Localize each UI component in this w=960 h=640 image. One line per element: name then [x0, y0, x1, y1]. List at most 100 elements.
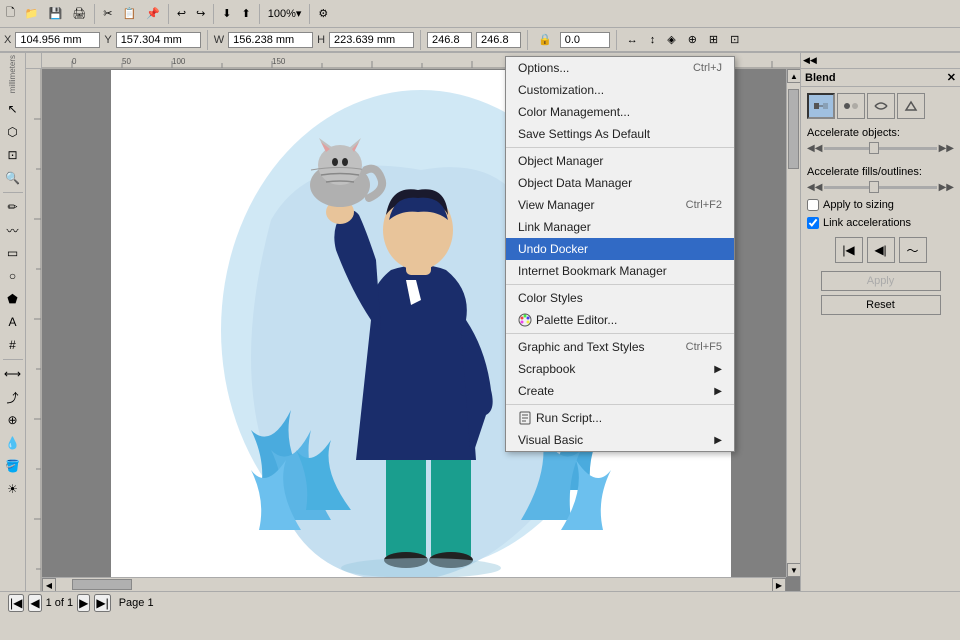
scroll-left-btn[interactable]: ◀ — [42, 578, 56, 591]
menu-runscript-label: Run Script... — [536, 411, 602, 425]
text-tool[interactable]: A — [2, 311, 24, 333]
rot-input[interactable] — [560, 32, 610, 48]
prev-btn[interactable]: ◀| — [867, 237, 895, 263]
rect-tool[interactable]: ▭ — [2, 242, 24, 264]
menu-item-save-settings[interactable]: Save Settings As Default — [506, 123, 734, 145]
num2-input[interactable] — [476, 32, 521, 48]
sep9 — [616, 30, 617, 50]
extra-btn3[interactable]: ⊞ — [705, 30, 722, 49]
y-input[interactable] — [116, 32, 201, 48]
crop-tool[interactable]: ⊡ — [2, 144, 24, 166]
export-btn[interactable]: ⬆ — [238, 4, 255, 23]
menu-item-object-data-manager[interactable]: Object Data Manager — [506, 172, 734, 194]
new-btn[interactable]: 🗋 — [2, 1, 19, 26]
redo-btn[interactable]: ↪ — [192, 4, 209, 23]
page-first-btn[interactable]: |◀ — [8, 594, 24, 612]
scroll-right-btn[interactable]: ▶ — [772, 578, 786, 591]
scroll-up-btn[interactable]: ▲ — [787, 69, 800, 83]
scrollbar-vertical[interactable]: ▲ ▼ — [786, 69, 800, 577]
open-btn[interactable]: 📁 — [21, 4, 43, 23]
undo-btn[interactable]: ↩ — [173, 4, 190, 23]
acc-obj-slider[interactable] — [824, 147, 936, 150]
blend-type-3-btn[interactable] — [867, 93, 895, 119]
menu-item-visual-basic[interactable]: Visual Basic ▶ — [506, 429, 734, 451]
smartdraw-tool[interactable]: 〰 — [2, 219, 24, 241]
mirror-h-btn[interactable]: ↔ — [623, 31, 642, 49]
copy-btn[interactable]: 📋 — [118, 4, 140, 23]
freehand-tool[interactable]: ✏ — [2, 196, 24, 218]
blend-type-4-btn[interactable] — [897, 93, 925, 119]
extra-btn4[interactable]: ⊡ — [726, 30, 743, 49]
menu-item-undo-docker[interactable]: Undo Docker — [506, 238, 734, 260]
acc-fill-left-arrow[interactable]: ◀◀ — [807, 182, 822, 193]
polygon-tool[interactable]: ⬟ — [2, 288, 24, 310]
acc-obj-left-arrow[interactable]: ◀◀ — [807, 143, 822, 154]
apply-sizing-checkbox[interactable] — [807, 199, 819, 211]
w-input[interactable] — [228, 32, 313, 48]
menu-item-color-styles[interactable]: Color Styles — [506, 287, 734, 309]
link-accel-label: Link accelerations — [823, 217, 911, 229]
menu-item-link-manager[interactable]: Link Manager — [506, 216, 734, 238]
select-tool[interactable]: ↖ — [2, 98, 24, 120]
wave-btn[interactable]: 〜 — [899, 237, 927, 263]
panel-close-icon[interactable]: ✕ — [947, 71, 956, 84]
page-last-btn[interactable]: ▶| — [94, 594, 110, 612]
save-btn[interactable]: 💾 — [45, 4, 67, 23]
zoom-dropdown[interactable]: 100% ▾ — [264, 4, 306, 23]
scrollbar-horizontal[interactable]: ◀ ▶ — [42, 577, 786, 591]
acc-fill-right-arrow[interactable]: ▶▶ — [939, 182, 954, 193]
menu-item-view-manager[interactable]: View Manager Ctrl+F2 — [506, 194, 734, 216]
eyedropper-tool[interactable]: 💧 — [2, 432, 24, 454]
print-btn[interactable]: 🖨 — [68, 4, 90, 23]
menu-item-run-script[interactable]: Run Script... — [506, 407, 734, 429]
menu-item-options[interactable]: Options... Ctrl+J — [506, 57, 734, 79]
extra-btn1[interactable]: ◈ — [663, 30, 679, 49]
scroll-down-btn[interactable]: ▼ — [787, 563, 800, 577]
interactive-tool[interactable]: ☀ — [2, 478, 24, 500]
mirror-v-btn[interactable]: ↕ — [646, 31, 660, 49]
blend-type-2-btn[interactable] — [837, 93, 865, 119]
menu-item-scrapbook[interactable]: Scrapbook ▶ — [506, 358, 734, 380]
menu-item-color-management[interactable]: Color Management... — [506, 101, 734, 123]
more-btn[interactable]: ⚙ — [314, 4, 332, 23]
scroll-thumb-v[interactable] — [788, 89, 799, 169]
first-btn[interactable]: |◀ — [835, 237, 863, 263]
blend-type-1-btn[interactable] — [807, 93, 835, 119]
parallel-dim-tool[interactable]: ⟷ — [2, 363, 24, 385]
link-accelerations-checkbox[interactable] — [807, 217, 819, 229]
acc-obj-thumb[interactable] — [869, 142, 879, 154]
menu-item-object-manager[interactable]: Object Manager — [506, 150, 734, 172]
connector-tool[interactable]: ⤴ — [2, 386, 24, 408]
reset-button[interactable]: Reset — [821, 295, 941, 315]
shape-tool[interactable]: ⬡ — [2, 121, 24, 143]
menu-internetbookmark-label: Internet Bookmark Manager — [518, 264, 667, 278]
menu-item-create[interactable]: Create ▶ — [506, 380, 734, 402]
menu-divider-4 — [506, 404, 734, 405]
acc-fill-slider[interactable] — [824, 186, 936, 189]
apply-button[interactable]: Apply — [821, 271, 941, 291]
table-tool[interactable]: # — [2, 334, 24, 356]
paste-btn[interactable]: 📌 — [142, 4, 164, 23]
import-btn[interactable]: ⬇ — [218, 4, 235, 23]
page-prev-btn[interactable]: ◀ — [28, 594, 41, 612]
acc-fill-thumb[interactable] — [869, 181, 879, 193]
num1-input[interactable] — [427, 32, 472, 48]
x-input[interactable] — [15, 32, 100, 48]
scroll-thumb-h[interactable] — [72, 579, 132, 590]
zoom-tool[interactable]: 🔍 — [2, 167, 24, 189]
apply-sizing-row: Apply to sizing — [807, 199, 954, 211]
page-next-btn[interactable]: ▶ — [77, 594, 90, 612]
extra-btn2[interactable]: ⊕ — [684, 30, 701, 49]
menu-item-graphic-text-styles[interactable]: Graphic and Text Styles Ctrl+F5 — [506, 336, 734, 358]
fill-tool[interactable]: 🪣 — [2, 455, 24, 477]
acc-obj-right-arrow[interactable]: ▶▶ — [939, 143, 954, 154]
blend-tool[interactable]: ⊕ — [2, 409, 24, 431]
ellipse-tool[interactable]: ○ — [2, 265, 24, 287]
menu-item-internet-bookmark[interactable]: Internet Bookmark Manager — [506, 260, 734, 282]
lock-btn[interactable]: 🔒 — [534, 30, 556, 49]
w-label: W — [214, 34, 224, 46]
h-input[interactable] — [329, 32, 414, 48]
menu-item-palette-editor[interactable]: Palette Editor... — [506, 309, 734, 331]
menu-item-customization[interactable]: Customization... — [506, 79, 734, 101]
cut-btn[interactable]: ✂ — [99, 4, 116, 23]
